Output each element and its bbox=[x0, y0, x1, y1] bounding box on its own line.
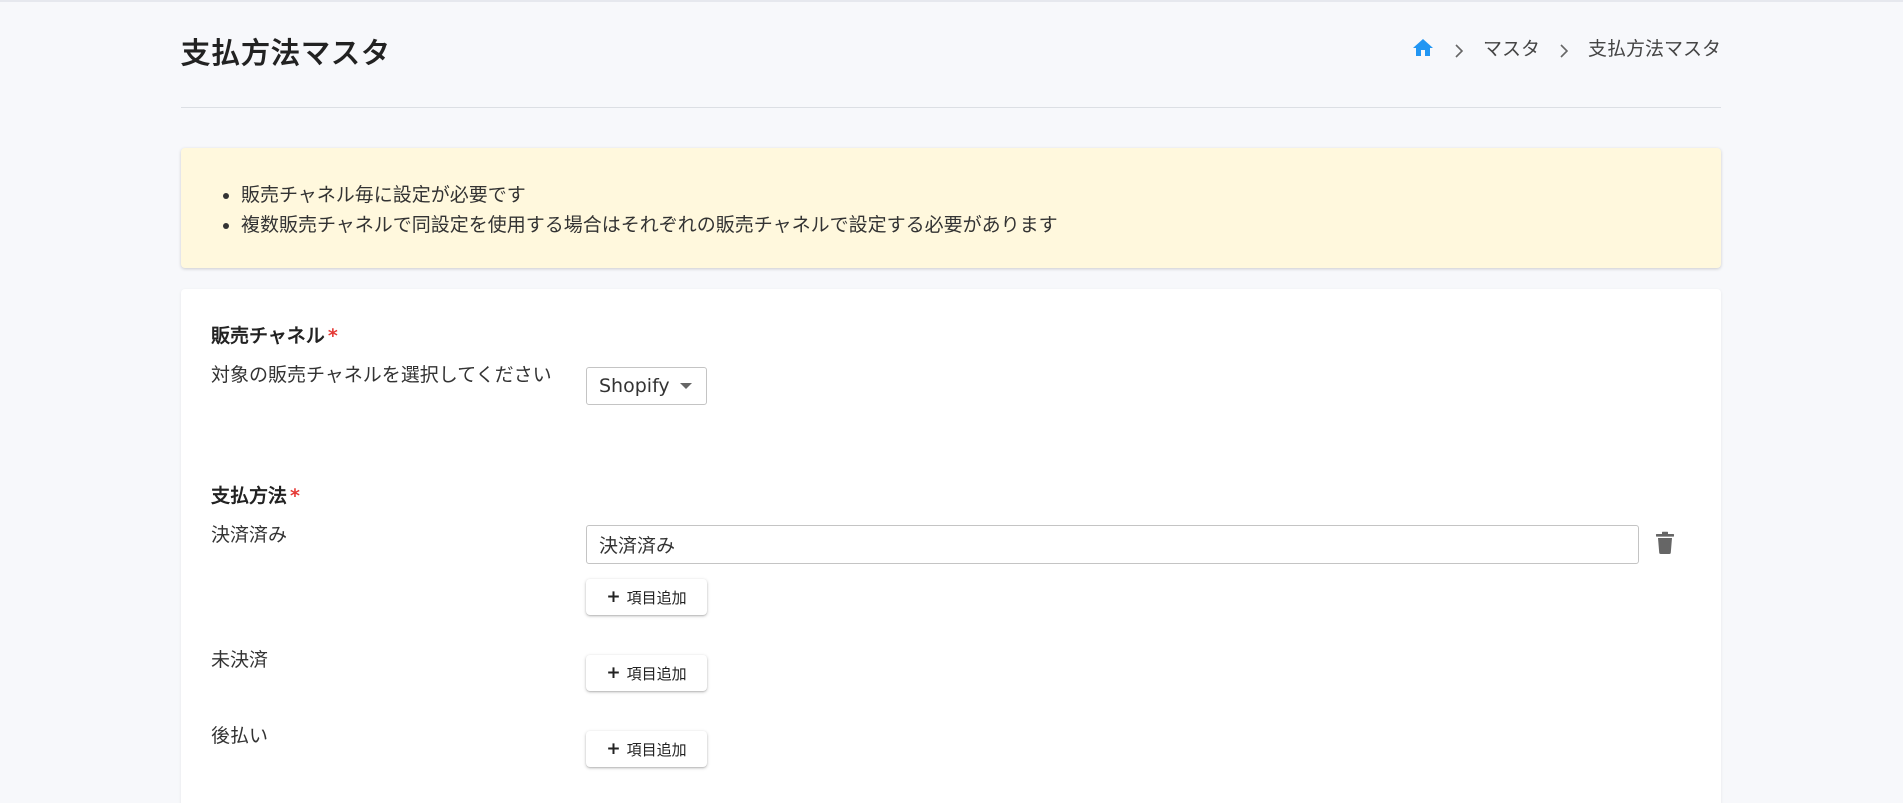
sales-channel-selected-value: Shopify bbox=[599, 375, 670, 397]
plus-icon: + bbox=[606, 587, 621, 607]
add-item-label: 項目追加 bbox=[626, 740, 687, 759]
payment-title: 支払方法 * bbox=[211, 481, 300, 508]
payment-title-text: 支払方法 bbox=[211, 485, 288, 507]
add-item-label: 項目追加 bbox=[626, 664, 687, 683]
add-item-label: 項目追加 bbox=[626, 588, 687, 607]
notice-box: 販売チャネル毎に設定が必要です 複数販売チャネルで同設定を使用する場合はそれぞれ… bbox=[181, 148, 1721, 268]
chevron-right-icon bbox=[1453, 41, 1465, 58]
page-header: 支払方法マスタ マスタ 支払方法マスタ bbox=[181, 0, 1721, 108]
settings-card: 販売チャネル * 対象の販売チャネルを選択してください Shopify 支払方法 *… bbox=[181, 289, 1721, 803]
home-icon[interactable] bbox=[1411, 36, 1435, 60]
notice-item: 複数販売チャネルで同設定を使用する場合はそれぞれの販売チャネルで設定する必要があ… bbox=[211, 210, 1721, 240]
payment-group-label-paid: 決済済み bbox=[211, 524, 288, 546]
sales-channel-select[interactable]: Shopify bbox=[586, 367, 707, 405]
notice-list: 販売チャネル毎に設定が必要です 複数販売チャネルで同設定を使用する場合はそれぞれ… bbox=[211, 180, 1721, 240]
plus-icon: + bbox=[606, 739, 621, 759]
payment-group-label-unpaid: 未決済 bbox=[211, 649, 269, 671]
payment-group-label-deferred: 後払い bbox=[211, 725, 269, 747]
notice-item: 販売チャネル毎に設定が必要です bbox=[211, 180, 1721, 210]
breadcrumb: マスタ 支払方法マスタ bbox=[1411, 34, 1721, 61]
page-title: 支払方法マスタ bbox=[181, 36, 392, 70]
dropdown-caret-icon bbox=[679, 383, 692, 389]
breadcrumb-item-master[interactable]: マスタ bbox=[1483, 34, 1540, 61]
plus-icon: + bbox=[606, 663, 621, 683]
add-item-button-unpaid[interactable]: + 項目追加 bbox=[586, 655, 707, 691]
required-mark: * bbox=[327, 325, 338, 347]
payment-value-input[interactable] bbox=[586, 525, 1639, 564]
breadcrumb-item-current: 支払方法マスタ bbox=[1587, 38, 1721, 60]
add-item-button-deferred[interactable]: + 項目追加 bbox=[586, 731, 707, 767]
required-mark: * bbox=[290, 485, 300, 507]
trash-icon[interactable] bbox=[1654, 531, 1676, 555]
sales-channel-title: 販売チャネル * bbox=[211, 321, 338, 348]
add-item-button-paid[interactable]: + 項目追加 bbox=[586, 579, 707, 615]
sales-channel-title-text: 販売チャネル bbox=[211, 325, 325, 347]
sales-channel-description: 対象の販売チャネルを選択してください bbox=[211, 364, 552, 386]
chevron-right-icon bbox=[1558, 41, 1570, 58]
page-wrapper: 支払方法マスタ マスタ 支払方法マスタ 販売チャネル毎に設定が必要です 複数販売… bbox=[181, 0, 1721, 803]
